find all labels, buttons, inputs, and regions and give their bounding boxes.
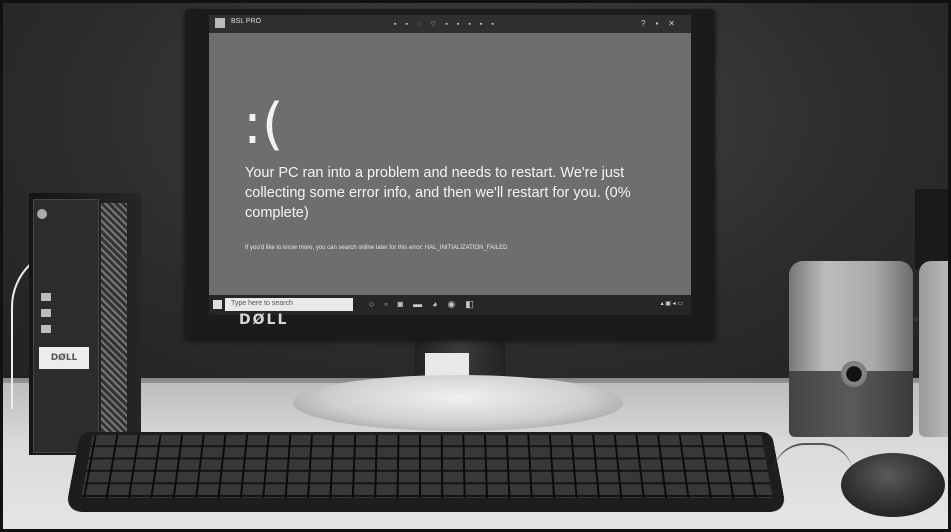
mouse [841,453,945,517]
power-button-icon [37,209,47,219]
window-title: BSL PRO [231,18,262,25]
usb-port [41,325,51,333]
monitor-stand-base [293,375,623,431]
monitor-screen: BSL PRO ▪▪◌♡▪▪▪▪▪ ?▪✕ :( Your PC ran int… [209,15,691,315]
app-icon [215,18,225,28]
error-info: If you'd like to know more, you can sear… [245,245,508,251]
window-controls[interactable]: ?▪✕ [641,19,685,28]
keyboard-keys [81,435,773,498]
window-titlebar: BSL PRO ▪▪◌♡▪▪▪▪▪ ?▪✕ [209,15,691,33]
taskbar-app-icons[interactable]: ○▫◙▬◕◉◧ [369,299,484,310]
speaker-driver-icon [841,361,867,387]
error-message: Your PC ran into a problem and needs to … [245,165,631,221]
speaker-right [919,261,948,437]
usb-port [41,293,51,301]
sad-face: :( [243,92,284,157]
tower-logo: DØLL [39,347,89,369]
search-box[interactable]: Type here to search [225,298,353,311]
usb-port [41,309,51,317]
photo: DØLL BSL PRO ▪▪◌♡▪▪▪▪▪ ?▪✕ :( Your PC ra… [0,0,951,532]
tower-vent-grill [101,203,127,448]
search-placeholder: Type here to search [231,300,293,307]
system-tray[interactable]: ▴ ▣ ◂ ▭ [661,300,683,307]
monitor: BSL PRO ▪▪◌♡▪▪▪▪▪ ?▪✕ :( Your PC ran int… [185,9,715,339]
shadow [915,189,948,269]
windows-start-icon[interactable] [213,300,222,309]
toolbar-icons[interactable]: ▪▪◌♡▪▪▪▪▪ [394,20,503,28]
monitor-logo: DØLL [239,312,289,328]
